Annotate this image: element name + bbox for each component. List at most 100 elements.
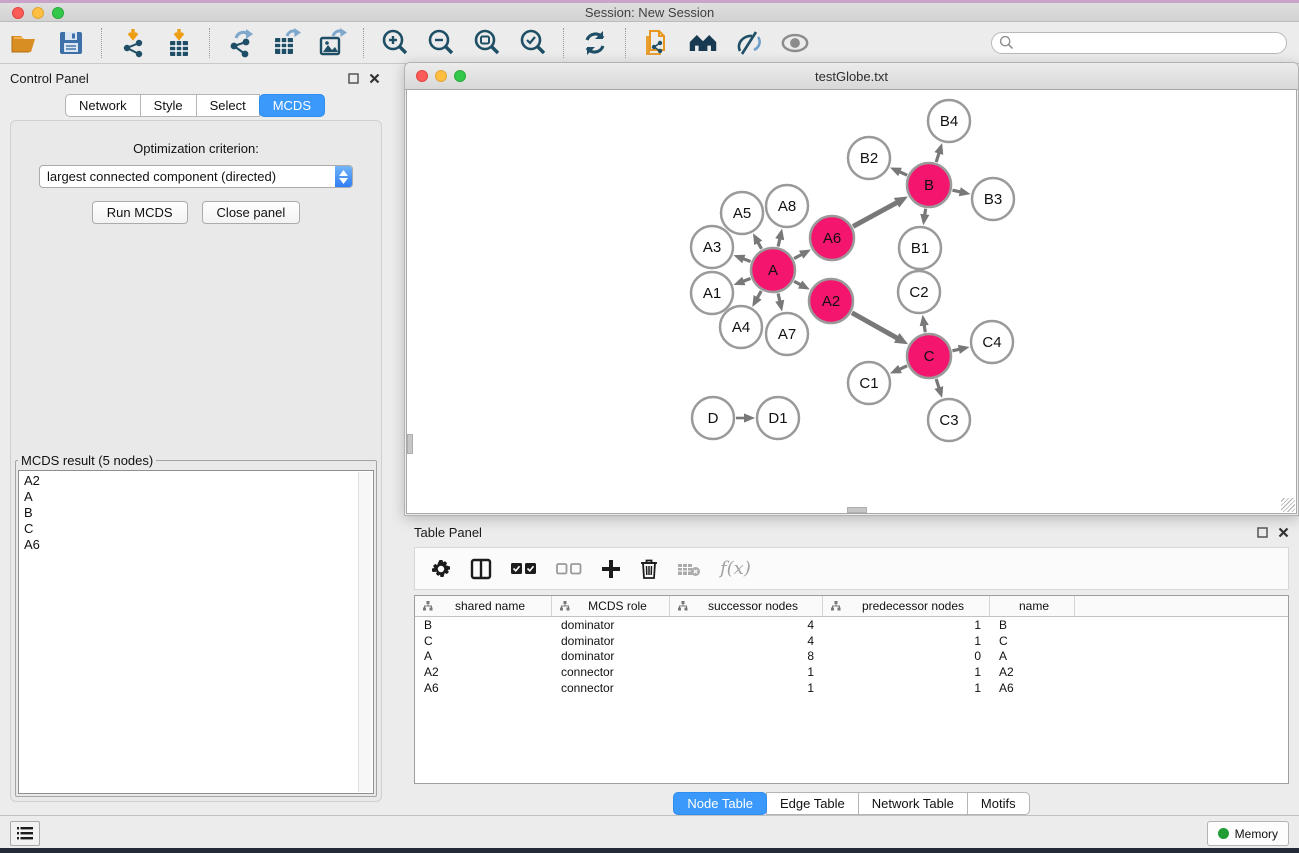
list-item[interactable]: A <box>24 489 373 505</box>
select-all-checkboxes-icon[interactable] <box>511 563 537 575</box>
table-cell[interactable]: 1 <box>823 618 990 632</box>
table-cell[interactable]: dominator <box>552 649 670 663</box>
edge-A2-C[interactable] <box>852 313 899 339</box>
table-cell[interactable]: 1 <box>670 681 823 695</box>
table-cell[interactable]: 0 <box>823 649 990 663</box>
table-cell[interactable]: A6 <box>415 681 552 695</box>
close-window-button[interactable] <box>12 7 24 19</box>
list-scrollbar[interactable] <box>358 472 372 792</box>
criterion-selected-value: largest connected component (directed) <box>40 169 335 184</box>
table-cell[interactable]: A <box>990 649 1075 663</box>
table-cell[interactable]: A2 <box>415 665 552 679</box>
canvas-left-grip[interactable] <box>407 434 413 454</box>
close-panel-button[interactable]: Close panel <box>202 201 301 224</box>
search-input[interactable] <box>991 32 1287 54</box>
table-cell[interactable]: 1 <box>823 634 990 648</box>
network-window-titlebar[interactable]: testGlobe.txt <box>405 63 1298 90</box>
export-network-icon[interactable] <box>226 28 256 58</box>
mcds-result-list[interactable]: A2ABCA6 <box>18 470 374 794</box>
run-mcds-button[interactable]: Run MCDS <box>92 201 188 224</box>
table-cell[interactable]: B <box>415 618 552 632</box>
export-table-icon[interactable] <box>272 28 302 58</box>
tab-edge-table[interactable]: Edge Table <box>766 792 859 815</box>
maximize-window-button[interactable] <box>52 7 64 19</box>
resize-grip-icon[interactable] <box>1281 498 1295 512</box>
refresh-layout-icon[interactable] <box>580 28 610 58</box>
column-header-shared-name[interactable]: shared name <box>415 596 552 616</box>
add-column-icon[interactable] <box>601 559 621 579</box>
table-row[interactable]: Adominator80A <box>415 649 1288 665</box>
network-minimize-button[interactable] <box>435 70 447 82</box>
table-cell[interactable]: connector <box>552 681 670 695</box>
open-file-icon[interactable] <box>10 28 40 58</box>
control-panel-tabs: NetworkStyleSelectMCDS <box>0 94 390 117</box>
column-header-mcds-role[interactable]: MCDS role <box>552 596 670 616</box>
tab-select[interactable]: Select <box>196 94 260 117</box>
zoom-selected-icon[interactable] <box>518 28 548 58</box>
delete-icon[interactable] <box>640 558 658 579</box>
gear-icon[interactable] <box>431 559 451 579</box>
table-cell[interactable]: dominator <box>552 618 670 632</box>
table-cell[interactable]: 1 <box>823 681 990 695</box>
slash-eye-icon[interactable] <box>734 28 764 58</box>
zoom-in-icon[interactable] <box>380 28 410 58</box>
table-cell[interactable]: connector <box>552 665 670 679</box>
homes-icon[interactable] <box>688 28 718 58</box>
list-item[interactable]: A2 <box>24 473 373 489</box>
table-cell[interactable]: 8 <box>670 649 823 663</box>
column-header-filler <box>1075 596 1288 616</box>
table-row[interactable]: A6connector11A6 <box>415 680 1288 696</box>
column-header-name[interactable]: name <box>990 596 1075 616</box>
network-maximize-button[interactable] <box>454 70 466 82</box>
list-item[interactable]: A6 <box>24 537 373 553</box>
close-panel-icon[interactable] <box>369 73 380 84</box>
tab-mcds[interactable]: MCDS <box>259 94 325 117</box>
minimize-window-button[interactable] <box>32 7 44 19</box>
table-cell[interactable]: C <box>990 634 1075 648</box>
tab-motifs[interactable]: Motifs <box>967 792 1030 815</box>
close-panel-icon[interactable] <box>1278 527 1289 538</box>
table-cell[interactable]: 4 <box>670 618 823 632</box>
clear-checkboxes-icon[interactable] <box>556 563 582 575</box>
canvas-bottom-grip[interactable] <box>847 507 867 513</box>
list-item[interactable]: B <box>24 505 373 521</box>
criterion-select[interactable]: largest connected component (directed) <box>39 165 353 188</box>
import-table-icon[interactable] <box>164 28 194 58</box>
tab-network-table[interactable]: Network Table <box>858 792 968 815</box>
float-panel-icon[interactable] <box>348 73 359 84</box>
tab-node-table[interactable]: Node Table <box>673 792 767 815</box>
list-item[interactable]: C <box>24 521 373 537</box>
tab-style[interactable]: Style <box>140 94 197 117</box>
network-canvas[interactable]: B4B2BB3A8A5A6B1A3AA1C2A2A4A7C4CC1C3DD1 <box>406 89 1297 514</box>
network-close-button[interactable] <box>416 70 428 82</box>
save-session-icon[interactable] <box>56 28 86 58</box>
eye-icon[interactable] <box>780 28 810 58</box>
table-row[interactable]: Cdominator41C <box>415 633 1288 649</box>
float-panel-icon[interactable] <box>1257 527 1268 538</box>
table-row[interactable]: Bdominator41B <box>415 617 1288 633</box>
table-cell[interactable]: A <box>415 649 552 663</box>
split-columns-icon[interactable] <box>470 558 492 580</box>
table-cell[interactable]: B <box>990 618 1075 632</box>
zoom-fit-icon[interactable] <box>472 28 502 58</box>
table-cell[interactable]: A6 <box>990 681 1075 695</box>
edge-A6-B[interactable] <box>853 202 898 227</box>
export-image-icon[interactable] <box>318 28 348 58</box>
task-history-button[interactable] <box>10 821 40 846</box>
table-cell[interactable]: C <box>415 634 552 648</box>
table-cell[interactable]: 1 <box>823 665 990 679</box>
tree-icon <box>560 601 570 611</box>
column-header-predecessor-nodes[interactable]: predecessor nodes <box>823 596 990 616</box>
memory-button[interactable]: Memory <box>1207 821 1289 846</box>
clone-network-icon[interactable] <box>642 28 672 58</box>
table-cell[interactable]: dominator <box>552 634 670 648</box>
table-cell[interactable]: A2 <box>990 665 1075 679</box>
import-network-icon[interactable] <box>118 28 148 58</box>
node-label-A4: A4 <box>732 319 750 336</box>
zoom-out-icon[interactable] <box>426 28 456 58</box>
table-cell[interactable]: 4 <box>670 634 823 648</box>
table-cell[interactable]: 1 <box>670 665 823 679</box>
tab-network[interactable]: Network <box>65 94 141 117</box>
column-header-successor-nodes[interactable]: successor nodes <box>670 596 823 616</box>
table-row[interactable]: A2connector11A2 <box>415 664 1288 680</box>
